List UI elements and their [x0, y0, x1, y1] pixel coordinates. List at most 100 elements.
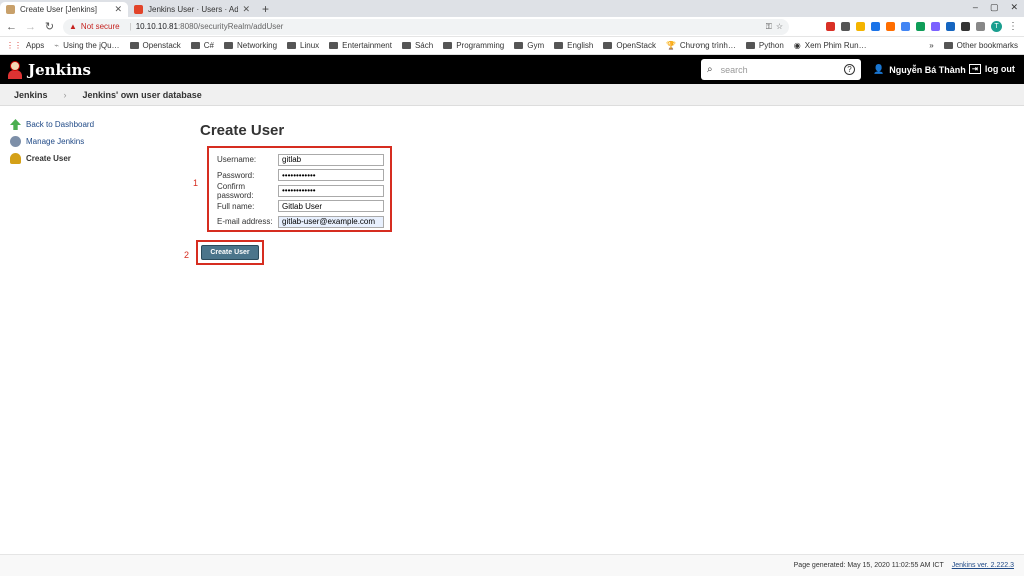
jenkins-logo[interactable]: Jenkins — [8, 60, 91, 79]
confirm-password-field[interactable] — [278, 184, 384, 197]
back-icon[interactable]: ← — [6, 21, 17, 33]
bookmark-item[interactable]: 🏆 Chương trình… — [666, 41, 736, 50]
minimize-button[interactable]: – — [973, 2, 978, 13]
sidebar: Back to Dashboard Manage Jenkins Create … — [10, 116, 94, 167]
bookmark-apps[interactable]: ⋮⋮ Apps — [6, 41, 44, 50]
logout-link[interactable]: ⇥ log out — [969, 64, 1015, 74]
more-bookmarks-button[interactable]: » — [929, 41, 933, 50]
username-label: Username: — [217, 155, 257, 165]
extension-icon[interactable] — [856, 22, 865, 31]
bookmark-label: Programming — [456, 41, 505, 50]
other-bookmarks[interactable]: Other bookmarks — [943, 41, 1018, 50]
user-name: Nguyễn Bá Thành — [889, 64, 966, 75]
bookmark-label: OpenStack — [616, 41, 656, 50]
folder-icon — [745, 42, 755, 49]
extensions-area: T ⋮ — [826, 21, 1018, 32]
bookmark-folder[interactable]: Networking — [224, 41, 277, 50]
create-user-button[interactable]: Create User — [201, 245, 259, 260]
bookmark-folder[interactable]: Entertainment — [329, 41, 392, 50]
bookmark-item[interactable]: ◉ Xem Phim Run… — [794, 41, 867, 50]
folder-icon — [554, 42, 564, 49]
bookmark-folder[interactable]: C# — [190, 41, 215, 50]
bookmark-item[interactable]: ⌁ Using the jQu… — [54, 41, 119, 50]
bookmark-folder[interactable]: Sách — [401, 41, 434, 50]
user-link[interactable]: 👤 Nguyễn Bá Thành — [873, 64, 966, 75]
extension-icon[interactable] — [961, 22, 970, 31]
bookmark-label: Other bookmarks — [956, 41, 1018, 50]
extension-icon[interactable] — [976, 22, 985, 31]
extension-icon[interactable] — [841, 22, 850, 31]
address-bar-row: ← → ↻ ▲ Not secure | 10.10.10.81:8080/se… — [0, 17, 1024, 37]
form-row-confirm-password: Confirm password: — [212, 182, 387, 200]
apps-grid-icon: ⋮⋮ — [6, 41, 22, 50]
bookmark-label: Gym — [527, 41, 545, 50]
folder-icon — [224, 42, 234, 49]
globe-icon: ◉ — [793, 41, 801, 50]
bookmark-label: Chương trình… — [679, 41, 736, 50]
extension-icon[interactable] — [916, 22, 925, 31]
bookmark-folder[interactable]: OpenStack — [603, 41, 656, 50]
search-box[interactable]: ⌕ search ? — [701, 59, 861, 80]
bookmark-folder[interactable]: English — [554, 41, 593, 50]
bookmark-folder[interactable]: Python — [745, 41, 784, 50]
bookmark-label: English — [567, 41, 594, 50]
password-field[interactable] — [278, 169, 384, 182]
forward-icon[interactable]: → — [25, 21, 36, 33]
sidebar-item-back-to-dashboard[interactable]: Back to Dashboard — [10, 116, 94, 133]
bookmark-label: C# — [203, 41, 215, 50]
tab-close-icon[interactable]: ✕ — [242, 4, 250, 15]
folder-icon — [129, 42, 139, 49]
bookmark-label: Apps — [26, 41, 45, 50]
tab-title: Jenkins User · Users · Adm — [148, 5, 239, 14]
tab-title: Create User [Jenkins] — [20, 5, 97, 14]
extension-icon[interactable] — [886, 22, 895, 31]
bookmark-folder[interactable]: Openstack — [129, 41, 181, 50]
extension-icon[interactable] — [871, 22, 880, 31]
bookmark-label: Networking — [237, 41, 278, 50]
help-icon[interactable]: ? — [844, 64, 855, 75]
page-generated-text: Page generated: May 15, 2020 11:02:55 AM… — [793, 562, 944, 569]
search-input[interactable]: search — [721, 65, 836, 75]
folder-icon — [443, 42, 453, 49]
maximize-button[interactable]: ▢ — [990, 2, 999, 13]
sidebar-item-create-user[interactable]: Create User — [10, 150, 94, 167]
breadcrumb-jenkins[interactable]: Jenkins — [14, 90, 48, 100]
search-icon: ⌕ — [707, 64, 713, 75]
bookmark-folder[interactable]: Programming — [443, 41, 504, 50]
email-field[interactable] — [278, 215, 384, 228]
bookmark-label: Using the jQu… — [63, 41, 120, 50]
tab-close-icon[interactable]: ✕ — [114, 4, 122, 15]
url-path: :8080/securityRealm/addUser — [177, 22, 284, 31]
reload-icon[interactable]: ↻ — [44, 20, 55, 33]
new-tab-button[interactable]: + — [262, 2, 269, 17]
star-icon[interactable]: ☆ — [776, 22, 783, 31]
extension-icon[interactable] — [931, 22, 940, 31]
up-arrow-icon — [10, 119, 21, 130]
sidebar-item-manage-jenkins[interactable]: Manage Jenkins — [10, 133, 94, 150]
close-window-button[interactable]: ✕ — [1010, 2, 1018, 13]
menu-kebab-icon[interactable]: ⋮ — [1008, 21, 1018, 32]
extension-icon[interactable] — [901, 22, 910, 31]
extension-icon[interactable] — [946, 22, 955, 31]
bookmark-folder[interactable]: Gym — [514, 41, 544, 50]
page-title: Create User — [200, 122, 285, 139]
jenkins-favicon-icon — [6, 5, 15, 14]
browser-tab-active[interactable]: Create User [Jenkins] ✕ — [0, 2, 128, 17]
username-field[interactable] — [278, 153, 384, 166]
jenkins-header: Jenkins ⌕ search ? 👤 Nguyễn Bá Thành ⇥ l… — [0, 55, 1024, 84]
bookmarks-bar: ⋮⋮ Apps ⌁ Using the jQu… Openstack C# Netw… — [0, 37, 1024, 55]
jenkins-version-link[interactable]: Jenkins ver. 2.222.3 — [952, 562, 1014, 569]
annotation-number-1: 1 — [193, 178, 199, 188]
breadcrumb-separator: › — [63, 89, 67, 100]
bookmark-label: Sách — [414, 41, 434, 50]
bookmark-folder[interactable]: Linux — [287, 41, 319, 50]
full-name-field[interactable] — [278, 200, 384, 213]
url-input[interactable]: ▲ Not secure | 10.10.10.81:8080/security… — [63, 18, 789, 35]
extension-icon[interactable] — [826, 22, 835, 31]
form-row-email: E-mail address: — [212, 214, 387, 230]
profile-avatar[interactable]: T — [991, 21, 1002, 32]
logout-label: log out — [984, 64, 1015, 74]
breadcrumb-user-database[interactable]: Jenkins' own user database — [83, 90, 202, 100]
key-icon[interactable]: ⚿ — [766, 22, 772, 32]
browser-tab[interactable]: Jenkins User · Users · Adm ✕ — [128, 2, 256, 17]
